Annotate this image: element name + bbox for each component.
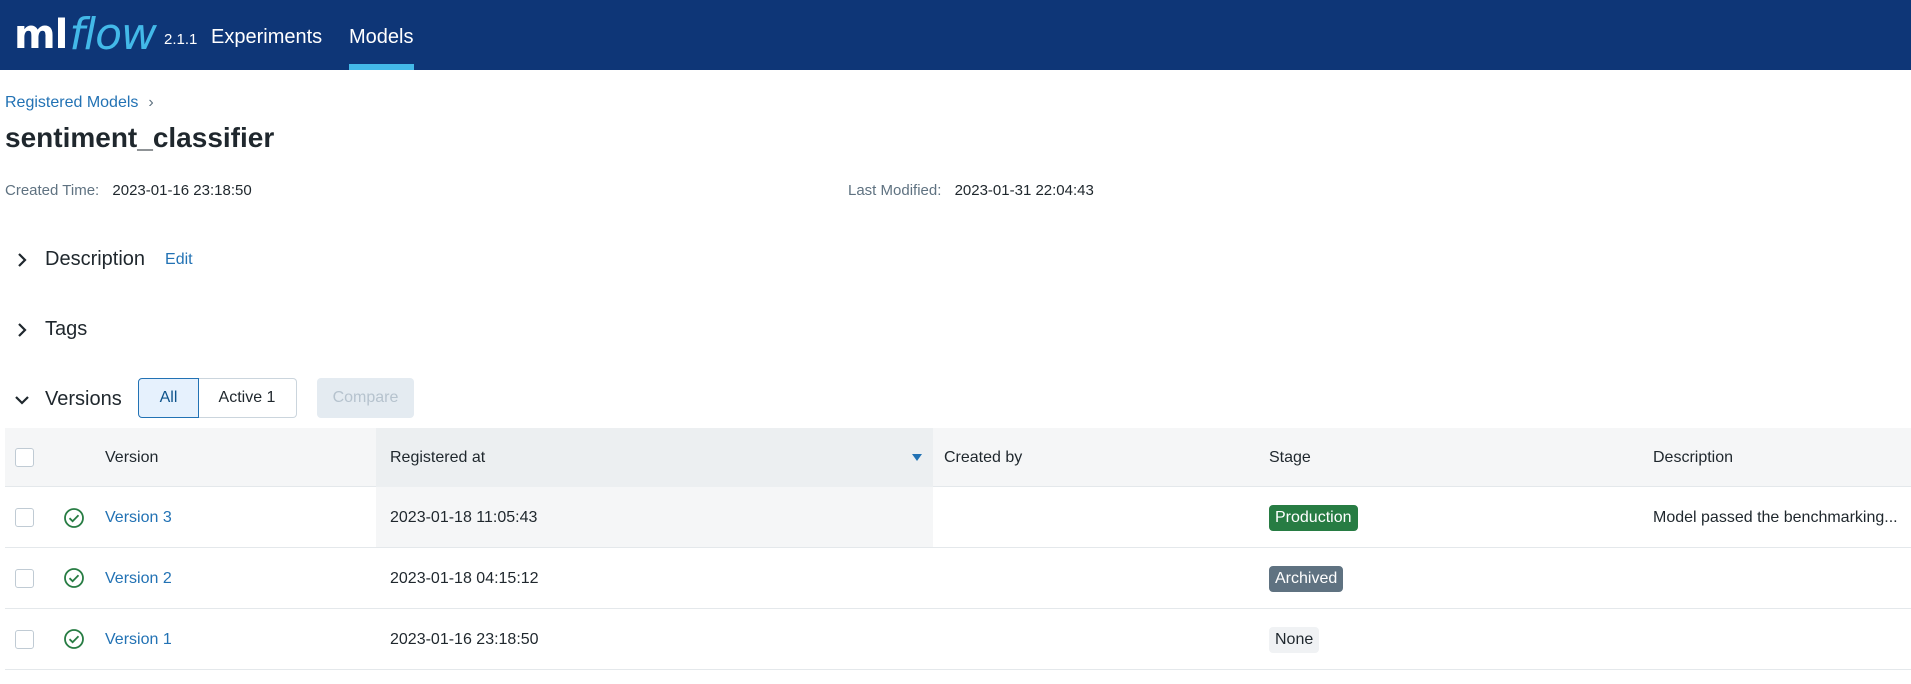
- last-modified-value: 2023-01-31 22:04:43: [954, 182, 1094, 199]
- tags-title: Tags: [45, 318, 88, 340]
- logo-flow-text: flow: [69, 9, 157, 60]
- page-title: sentiment_classifier: [5, 122, 275, 153]
- description-section-header[interactable]: Description Edit: [12, 248, 193, 271]
- registered-at-cell: 2023-01-18 11:05:43: [390, 509, 538, 526]
- nav-experiments[interactable]: Experiments: [211, 0, 322, 70]
- table-row: [5, 548, 1911, 609]
- column-header-description[interactable]: Description: [1653, 448, 1733, 468]
- registered-at-cell: 2023-01-18 04:15:12: [390, 570, 539, 587]
- versions-section-header[interactable]: Versions: [12, 388, 122, 411]
- column-header-version[interactable]: Version: [105, 448, 158, 468]
- filter-all-button[interactable]: All: [138, 378, 199, 418]
- stage-badge: Archived: [1269, 566, 1344, 592]
- chevron-right-icon[interactable]: [12, 250, 32, 270]
- column-header-created-by[interactable]: Created by: [944, 448, 1022, 468]
- registered-at-cell: 2023-01-16 23:18:50: [390, 631, 539, 648]
- version-link[interactable]: Version 2: [105, 569, 172, 589]
- filter-active-button[interactable]: Active 1: [198, 378, 297, 418]
- ready-check-icon: [63, 628, 85, 650]
- tags-section-header[interactable]: Tags: [12, 318, 87, 341]
- breadcrumb: Registered Models ›: [5, 94, 154, 112]
- column-header-stage[interactable]: Stage: [1269, 448, 1311, 468]
- nav-active-indicator: [349, 64, 414, 70]
- created-time-label: Created Time:: [5, 182, 100, 199]
- last-modified: Last Modified: 2023-01-31 22:04:43: [848, 182, 1094, 199]
- created-time-value: 2023-01-16 23:18:50: [112, 182, 252, 199]
- stage-badge: Production: [1269, 505, 1358, 531]
- select-all-checkbox[interactable]: [15, 448, 34, 467]
- breadcrumb-separator-icon: ›: [148, 94, 154, 111]
- stage-badge: None: [1269, 627, 1320, 653]
- table-row: [5, 609, 1911, 670]
- created-time: Created Time: 2023-01-16 23:18:50: [5, 182, 252, 199]
- top-navigation-bar: ml flow 2.1.1 Experiments Models: [0, 0, 1911, 70]
- mlflow-logo[interactable]: ml flow 2.1.1: [14, 4, 197, 64]
- description-title: Description: [45, 248, 146, 270]
- ready-check-icon: [63, 507, 85, 529]
- chevron-right-icon[interactable]: [12, 320, 32, 340]
- app-version: 2.1.1: [164, 31, 198, 48]
- nav-models[interactable]: Models: [349, 0, 413, 70]
- row-checkbox[interactable]: [15, 630, 34, 649]
- description-cell: Model passed the benchmarking...: [1653, 509, 1898, 526]
- row-checkbox[interactable]: [15, 508, 34, 527]
- row-checkbox[interactable]: [15, 569, 34, 588]
- last-modified-label: Last Modified:: [848, 182, 942, 199]
- description-edit-link[interactable]: Edit: [165, 251, 193, 269]
- versions-title: Versions: [45, 388, 122, 410]
- ready-check-icon: [63, 567, 85, 589]
- version-link[interactable]: Version 1: [105, 630, 172, 650]
- chevron-down-icon[interactable]: [12, 390, 32, 410]
- column-header-registered-at[interactable]: Registered at: [390, 448, 485, 468]
- version-link[interactable]: Version 3: [105, 508, 172, 528]
- compare-button[interactable]: Compare: [317, 378, 414, 418]
- table-row: [5, 487, 1911, 548]
- sort-descending-icon[interactable]: [912, 454, 922, 461]
- breadcrumb-registered-models-link[interactable]: Registered Models: [5, 94, 138, 112]
- logo-ml-text: ml: [14, 12, 68, 58]
